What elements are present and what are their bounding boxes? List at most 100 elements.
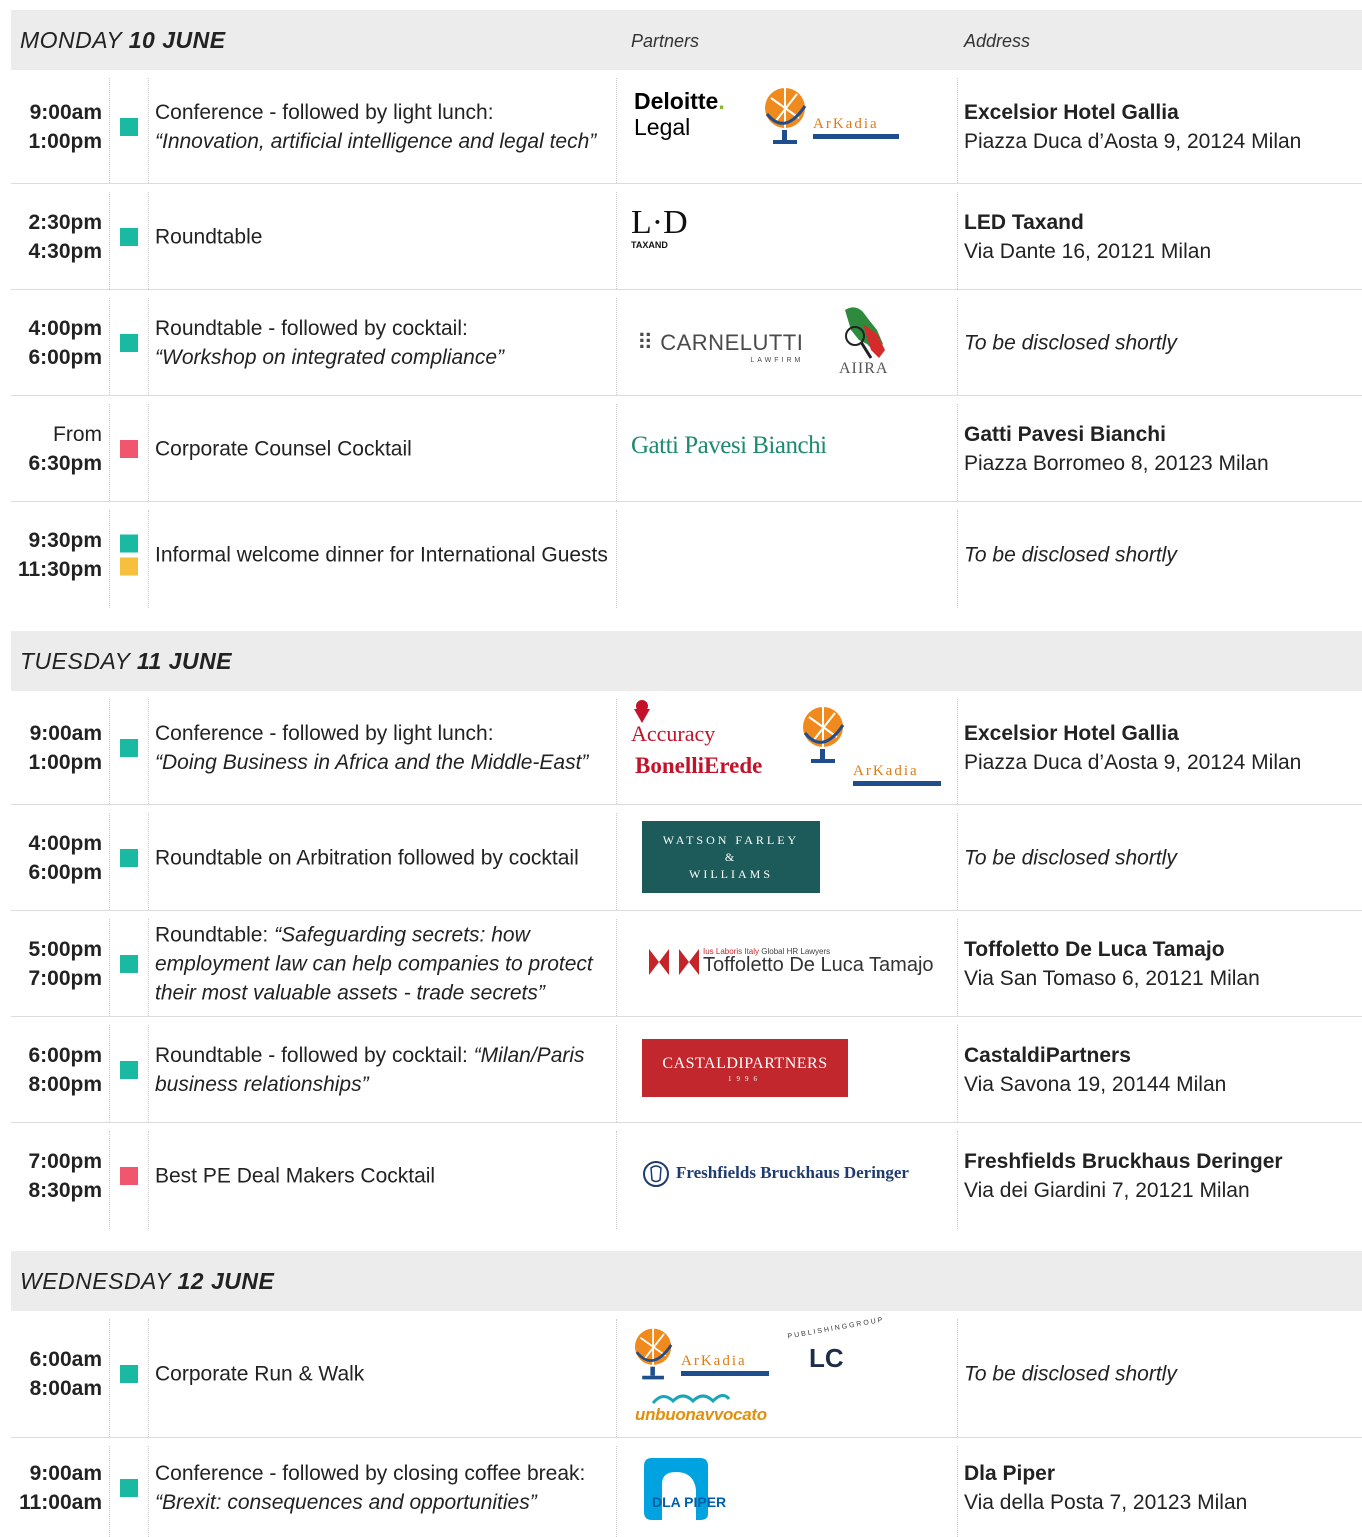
event-address: CastaldiPartners Via Savona 19, 20144 Mil… (964, 1043, 1227, 1096)
event-description: Roundtable - followed by cocktail: “Works… (155, 316, 505, 369)
event-time: 9:30pm 11:30pm (17, 529, 102, 581)
partners-logos (631, 502, 951, 608)
teal-category-marker (120, 534, 138, 553)
event-time: 9:00am 1:00pm (28, 721, 102, 774)
dla-piper-logo: DLA PIPER (642, 1454, 726, 1522)
accuracy-logo: Accuracy (631, 699, 715, 747)
arkadia-globe-icon (634, 1328, 673, 1380)
partners-logos: Deloitte. Legal ArKadia (631, 70, 951, 183)
schedule-row: 6:00am 8:00am Corporate Run & Walk ArKadi… (11, 1311, 1362, 1438)
led-taxand-logo: L·D TAXAND (631, 204, 688, 251)
teal-category-marker (120, 738, 138, 757)
event-description: Roundtable on Arbitration followed by co… (155, 846, 579, 869)
event-description: Roundtable - followed by cocktail: “Mila… (155, 1043, 585, 1096)
teal-category-marker (120, 848, 138, 867)
event-time: 9:00am 1:00pm (28, 100, 102, 153)
schedule-row: 9:00am 1:00pm Conference - followed by li… (11, 70, 1362, 184)
yellow-category-marker (120, 557, 138, 576)
partners-logos: Accuracy BonelliErede ArKadia (631, 691, 951, 804)
event-category-markers (120, 1360, 138, 1388)
teal-category-marker (120, 1060, 138, 1079)
dla-piper-mark-icon (644, 1458, 708, 1520)
event-category-markers (120, 1162, 138, 1190)
teal-category-marker (120, 954, 138, 973)
day-header-wednesday: WEDNESDAY 12 JUNE (11, 1251, 1362, 1311)
event-category-markers (120, 1474, 138, 1502)
event-category-markers (120, 950, 138, 978)
partners-logos: ArKadia PUBLISHINGGROUP LC unbuonavvocat… (631, 1311, 951, 1437)
event-time: 4:00pm 6:00pm (28, 316, 102, 369)
event-category-markers (120, 1056, 138, 1084)
day-header-monday: MONDAY 10 JUNE Partners Address (11, 10, 1362, 70)
address-column-header: Address (964, 31, 1031, 51)
partners-column-header: Partners (631, 31, 700, 51)
event-time: 2:30pm 4:30pm (28, 210, 102, 263)
event-description: Conference - followed by light lunch: “In… (155, 100, 597, 153)
event-description: Corporate Counsel Cocktail (155, 437, 412, 460)
event-time: 5:00pm 7:00pm (28, 937, 102, 990)
event-address: Toffoletto De Luca Tamajo Via San Tomaso … (964, 937, 1260, 990)
teal-category-marker (120, 333, 138, 352)
arkadia-translations-logo: ArKadia (799, 703, 944, 786)
event-description: Best PE Deal Makers Cocktail (155, 1164, 436, 1188)
pink-category-marker (120, 1167, 138, 1185)
castaldi-partners-logo: CASTALDIPARTNERS 1996 (642, 1039, 848, 1097)
event-time: 6:00pm 8:00pm (28, 1043, 102, 1096)
schedule-row: 9:00am 11:00am Conference - followed by c… (11, 1438, 1362, 1537)
toffoletto-de-luca-tamajo-logo: Ius Laboris Italy Global HR Lawyers Toff… (649, 947, 934, 977)
schedule-row: 4:00pm 6:00pm Roundtable - followed by co… (11, 290, 1362, 396)
gatti-pavesi-bianchi-logo: Gatti Pavesi Bianchi (631, 432, 827, 459)
event-time: 9:00am 11:00am (19, 1461, 102, 1514)
event-time: 7:00pm 8:30pm (28, 1150, 102, 1202)
schedule-row: From 6:30pm Corporate Counsel Cocktail Ga… (11, 396, 1362, 502)
day-title: TUESDAY 11 JUNE (20, 648, 233, 674)
event-address: LED Taxand Via Dante 16, 20121 Milan (964, 210, 1212, 263)
unbuonavvocato-logo: unbuonavvocato (635, 1391, 775, 1431)
event-address: To be disclosed shortly (964, 846, 1177, 869)
teal-category-marker (120, 117, 138, 136)
event-category-markers (120, 734, 138, 762)
watson-farley-williams-logo: WATSON FARLEY & WILLIAMS (642, 821, 820, 893)
teal-category-marker (120, 227, 138, 246)
lc-publishing-group-logo: PUBLISHINGGROUP LC (787, 1316, 885, 1373)
event-description: Roundtable: “Safeguarding secrets: how e… (155, 923, 593, 1004)
schedule-row: 9:00am 1:00pm Conference - followed by li… (11, 691, 1362, 805)
event-address: Gatti Pavesi Bianchi Piazza Borromeo 8, 2… (964, 422, 1269, 475)
freshfields-logo: Freshfields Bruckhaus Deringer (642, 1160, 909, 1188)
event-description: Informal welcome dinner for Internationa… (155, 543, 608, 567)
pink-category-marker (120, 439, 138, 458)
bonelli-erede-logo: BonelliErede (635, 753, 763, 778)
partners-logos: DLA PIPER (631, 1438, 951, 1537)
arkadia-globe-icon (765, 88, 807, 144)
event-category-markers (120, 223, 138, 251)
schedule-row: 6:00pm 8:00pm Roundtable - followed by co… (11, 1017, 1362, 1123)
partners-logos: Freshfields Bruckhaus Deringer (631, 1123, 951, 1229)
event-address: Dla Piper Via della Posta 7, 20123 Milan (964, 1461, 1248, 1514)
partners-logos: WATSON FARLEY & WILLIAMS (631, 805, 951, 910)
teal-category-marker (120, 1478, 138, 1497)
deloitte-legal-logo: Deloitte. Legal (634, 88, 725, 140)
event-category-markers (120, 530, 138, 581)
event-description: Corporate Run & Walk (155, 1362, 365, 1386)
event-time: 4:00pm 6:00pm (28, 831, 102, 884)
schedule-row: 7:00pm 8:30pm Best PE Deal Makers Cocktai… (11, 1123, 1362, 1229)
event-address: To be disclosed shortly (964, 1362, 1177, 1386)
arkadia-translations-logo: ArKadia (761, 84, 901, 156)
event-address: To be disclosed shortly (964, 331, 1177, 354)
event-category-markers (120, 435, 138, 463)
event-address: Excelsior Hotel Gallia Piazza Duca d’Aost… (964, 721, 1302, 774)
day-title: WEDNESDAY 12 JUNE (20, 1268, 275, 1294)
partners-logos: Gatti Pavesi Bianchi (631, 396, 951, 501)
toffoletto-mark-icon (649, 949, 699, 975)
event-description: Conference - followed by light lunch: “Do… (155, 721, 589, 774)
event-address: Excelsior Hotel Gallia Piazza Duca d’Aost… (964, 100, 1302, 153)
event-address: To be disclosed shortly (964, 543, 1177, 567)
event-time: From 6:30pm (28, 422, 102, 475)
partners-logos: CASTALDIPARTNERS 1996 (631, 1017, 951, 1122)
schedule-row: 4:00pm 6:00pm Roundtable on Arbitration f… (11, 805, 1362, 911)
schedule-row: 5:00pm 7:00pm Roundtable: “Safeguarding s… (11, 911, 1362, 1017)
event-category-markers (120, 113, 138, 141)
partners-logos: L·D TAXAND (631, 184, 951, 289)
event-time: 6:00am 8:00am (29, 1348, 102, 1400)
aiira-logo: AIIRA (825, 300, 895, 386)
